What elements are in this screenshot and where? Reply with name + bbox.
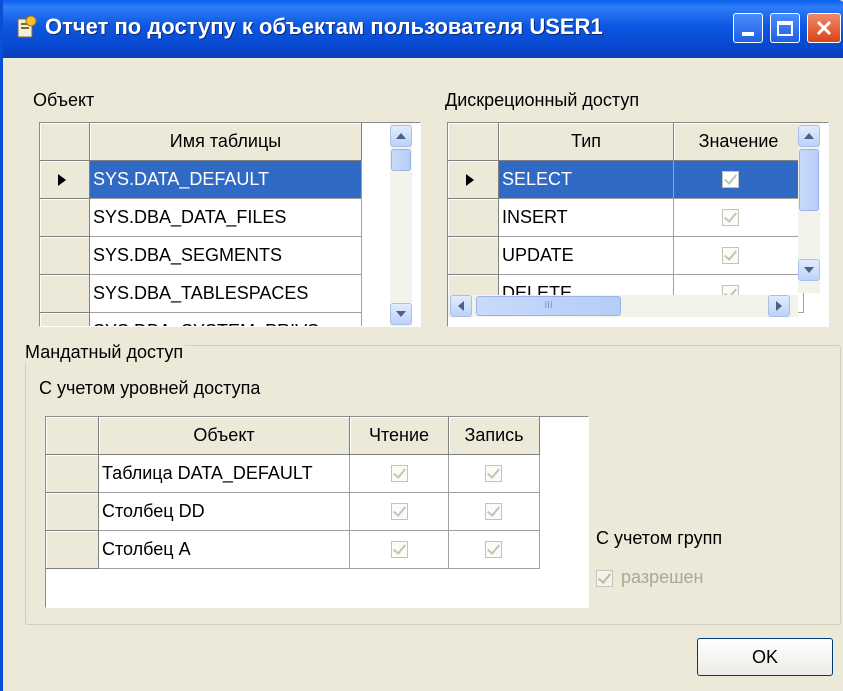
access-type-cell[interactable]: UPDATE (499, 237, 674, 275)
allowed-checkbox[interactable] (596, 570, 613, 587)
object-cell[interactable]: Таблица DATA_DEFAULT (99, 455, 350, 493)
report-dialog: Отчет по доступу к объектам пользователя… (0, 0, 843, 691)
discretionary-horizontal-scrollbar[interactable]: III (448, 295, 798, 317)
scroll-down-button[interactable] (798, 259, 820, 281)
read-cell[interactable] (350, 455, 449, 493)
object-cell[interactable]: Столбец A (99, 531, 350, 569)
maximize-button[interactable] (770, 13, 800, 43)
scroll-right-button[interactable] (768, 295, 790, 317)
write-checkbox[interactable] (485, 503, 502, 520)
value-checkbox[interactable] (722, 247, 739, 264)
table-row[interactable]: SYS.DATA_DEFAULT (90, 161, 362, 199)
column-header-read[interactable]: Чтение (350, 417, 449, 455)
object-cell[interactable]: Столбец DD (99, 493, 350, 531)
mandatory-group-label: Мандатный доступ (25, 342, 186, 363)
chevron-right-icon (776, 301, 782, 311)
access-value-cell[interactable] (674, 161, 804, 199)
chevron-up-icon (804, 133, 814, 139)
chevron-left-icon (458, 301, 464, 311)
row-indicator[interactable] (448, 161, 499, 199)
read-cell[interactable] (350, 493, 449, 531)
column-header-object[interactable]: Объект (99, 417, 350, 455)
column-header-type[interactable]: Тип (499, 123, 674, 161)
grid-corner (46, 417, 99, 455)
table-row[interactable]: SYS.DBA_TABLESPACES (90, 275, 362, 313)
column-header-value[interactable]: Значение (674, 123, 804, 161)
write-cell[interactable] (449, 455, 540, 493)
read-cell[interactable] (350, 531, 449, 569)
column-header-table-name[interactable]: Имя таблицы (90, 123, 362, 161)
table-row[interactable]: SYS.DBA_SYSTEM_PRIVS (90, 313, 362, 326)
write-checkbox[interactable] (485, 465, 502, 482)
current-row-arrow-icon (466, 174, 474, 186)
access-type-cell[interactable]: SELECT (499, 161, 674, 199)
scroll-up-button[interactable] (798, 125, 820, 147)
access-value-cell[interactable] (674, 199, 804, 237)
grid-corner (40, 123, 90, 161)
discretionary-grid[interactable]: Тип Значение SELECT INSERT UPDATE DELETE… (447, 122, 829, 327)
chevron-up-icon (396, 133, 406, 139)
access-value-cell[interactable] (674, 237, 804, 275)
scroll-thumb[interactable]: III (476, 296, 621, 316)
write-cell[interactable] (449, 531, 540, 569)
minimize-icon (742, 32, 754, 36)
window-title: Отчет по доступу к объектам пользователя… (45, 14, 603, 39)
title-bar[interactable]: Отчет по доступу к объектам пользователя… (3, 0, 843, 58)
object-grid[interactable]: Имя таблицы SYS.DATA_DEFAULT SYS.DBA_DAT… (39, 122, 421, 327)
chevron-down-icon (396, 311, 406, 317)
app-icon (17, 15, 37, 38)
row-indicator[interactable] (46, 493, 99, 531)
scroll-thumb[interactable] (799, 149, 819, 211)
discretionary-group-label: Дискреционный доступ (445, 90, 640, 110)
row-indicator[interactable] (448, 237, 499, 275)
row-indicator[interactable] (40, 275, 90, 313)
access-type-cell[interactable]: INSERT (499, 199, 674, 237)
groups-label: С учетом групп (596, 528, 723, 548)
row-indicator[interactable] (40, 161, 90, 199)
read-checkbox[interactable] (391, 503, 408, 520)
allowed-label: разрешен (621, 567, 704, 587)
table-row[interactable]: SYS.DBA_DATA_FILES (90, 199, 362, 237)
ok-button[interactable]: OK (697, 638, 833, 676)
minimize-button[interactable] (733, 13, 763, 43)
write-cell[interactable] (449, 493, 540, 531)
grid-corner (448, 123, 499, 161)
value-checkbox[interactable] (722, 171, 739, 188)
read-checkbox[interactable] (391, 541, 408, 558)
maximize-icon (777, 20, 793, 36)
scroll-up-button[interactable] (390, 125, 412, 147)
value-checkbox[interactable] (722, 209, 739, 226)
scroll-thumb[interactable] (391, 149, 411, 171)
column-header-write[interactable]: Запись (449, 417, 540, 455)
row-indicator[interactable] (46, 455, 99, 493)
read-checkbox[interactable] (391, 465, 408, 482)
current-row-arrow-icon (58, 174, 66, 186)
row-indicator[interactable] (40, 199, 90, 237)
object-vertical-scrollbar[interactable] (390, 123, 412, 326)
write-checkbox[interactable] (485, 541, 502, 558)
scroll-down-button[interactable] (390, 303, 412, 325)
discretionary-vertical-scrollbar[interactable] (798, 123, 820, 293)
mandatory-grid[interactable]: Объект Чтение Запись Таблица DATA_DEFAUL… (45, 416, 589, 608)
table-row[interactable]: SYS.DBA_SEGMENTS (90, 237, 362, 275)
levels-label: С учетом уровней доступа (39, 378, 261, 398)
row-indicator[interactable] (448, 199, 499, 237)
close-icon (816, 20, 832, 36)
close-button[interactable] (807, 13, 841, 43)
row-indicator[interactable] (40, 313, 90, 326)
row-indicator[interactable] (46, 531, 99, 569)
row-indicator[interactable] (40, 237, 90, 275)
chevron-down-icon (804, 267, 814, 273)
scroll-left-button[interactable] (450, 295, 472, 317)
object-group-label: Объект (33, 90, 95, 110)
